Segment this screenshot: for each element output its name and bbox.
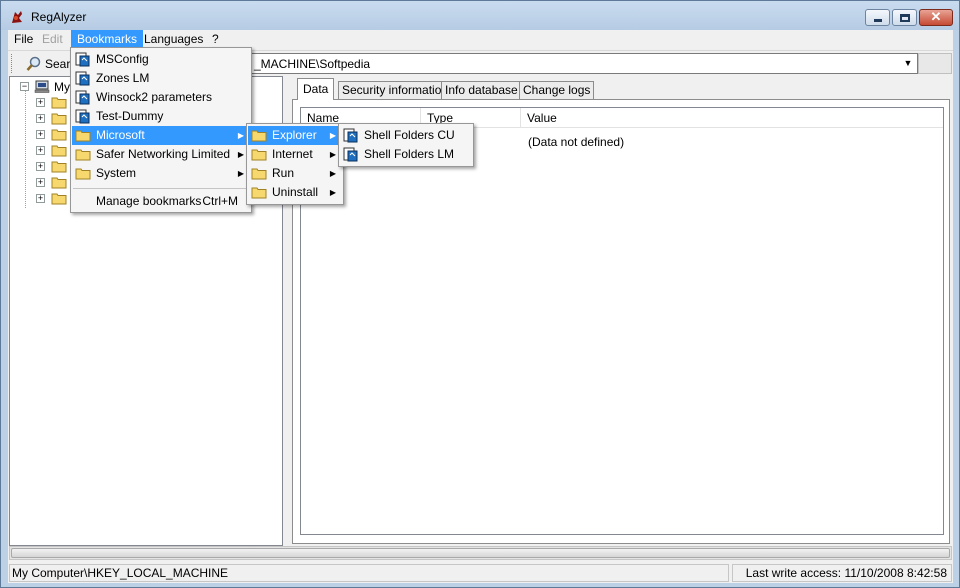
microsoft-submenu: Explorer ▶ Internet ▶ Run ▶ Uninstall ▶ <box>246 123 344 205</box>
maximize-button[interactable] <box>892 9 917 26</box>
regalyzer-app-icon <box>12 11 22 23</box>
registry-path-value: _MACHINE\Softpedia <box>254 57 371 71</box>
menu-item-explorer[interactable]: Explorer ▶ <box>248 126 342 145</box>
minimize-icon <box>874 19 882 22</box>
menu-file[interactable]: File <box>8 30 39 48</box>
folder-icon <box>51 161 67 173</box>
expand-icon[interactable]: + <box>36 114 45 123</box>
scrollbar-thumb[interactable] <box>11 548 950 558</box>
menu-item-microsoft[interactable]: Microsoft ▶ <box>72 126 250 145</box>
menu-item-shell-folders-lm[interactable]: Shell Folders LM <box>340 145 472 164</box>
tab-info-database[interactable]: Info database <box>441 81 522 99</box>
registry-key-icon <box>75 90 90 105</box>
minimize-button[interactable] <box>865 9 890 26</box>
menu-edit[interactable]: Edit <box>36 30 69 48</box>
menu-item-uninstall[interactable]: Uninstall ▶ <box>248 183 342 202</box>
registry-key-icon <box>343 147 358 162</box>
horizontal-scrollbar[interactable] <box>9 546 952 560</box>
column-value[interactable]: Value <box>521 108 943 128</box>
list-cell-value: (Data not defined) <box>528 135 625 149</box>
toolbar-grip[interactable] <box>11 54 14 73</box>
submenu-arrow-icon: ▶ <box>237 150 244 159</box>
folder-icon <box>251 187 267 199</box>
submenu-arrow-icon: ▶ <box>329 150 336 159</box>
menu-languages[interactable]: Languages <box>138 30 209 48</box>
submenu-arrow-icon: ▶ <box>329 188 336 197</box>
registry-key-icon <box>75 52 90 67</box>
submenu-arrow-icon: ▶ <box>237 169 244 178</box>
search-button[interactable]: Searc <box>18 54 78 74</box>
menu-item-manage-bookmarks[interactable]: Manage bookmarks Ctrl+M <box>72 192 250 211</box>
folder-icon <box>251 168 267 180</box>
registry-path-combobox[interactable]: _MACHINE\Softpedia ▼ <box>248 53 918 74</box>
submenu-arrow-icon: ▶ <box>329 131 336 140</box>
expand-icon[interactable]: + <box>36 162 45 171</box>
folder-icon <box>75 130 91 142</box>
status-current-key: My Computer\HKEY_LOCAL_MACHINE <box>9 564 729 582</box>
folder-icon <box>51 113 67 125</box>
submenu-arrow-icon: ▶ <box>237 131 244 140</box>
collapse-icon[interactable]: − <box>20 82 29 91</box>
menu-item-system[interactable]: System ▶ <box>72 164 250 183</box>
status-last-write: Last write access: 11/10/2008 8:42:58 <box>732 564 952 582</box>
computer-icon <box>34 80 50 93</box>
registry-key-icon <box>75 109 90 124</box>
menu-item-internet[interactable]: Internet ▶ <box>248 145 342 164</box>
search-icon <box>26 56 41 71</box>
menu-item-safer-networking-limited[interactable]: Safer Networking Limited ▶ <box>72 145 250 164</box>
menu-bar: File Edit Bookmarks Languages ? <box>8 30 953 48</box>
folder-icon <box>251 130 267 142</box>
values-list[interactable]: Name Type Value (Data not defined) <box>300 107 944 535</box>
close-icon: ✕ <box>930 9 942 24</box>
expand-icon[interactable]: + <box>36 146 45 155</box>
folder-icon <box>51 177 67 189</box>
tree-root-label: My <box>54 80 70 94</box>
folder-icon <box>251 149 267 161</box>
menu-item-run[interactable]: Run ▶ <box>248 164 342 183</box>
menu-item-test-dummy[interactable]: Test-Dummy <box>72 107 250 126</box>
menu-separator <box>73 188 249 189</box>
folder-icon <box>75 168 91 180</box>
maximize-icon <box>900 14 910 22</box>
folder-icon <box>75 149 91 161</box>
menu-item-shell-folders-cu[interactable]: Shell Folders CU <box>340 126 472 145</box>
expand-icon[interactable]: + <box>36 130 45 139</box>
tab-change-logs[interactable]: Change logs <box>519 81 595 99</box>
menu-help[interactable]: ? <box>206 30 225 48</box>
submenu-arrow-icon: ▶ <box>329 169 336 178</box>
menu-bookmarks[interactable]: Bookmarks <box>71 30 144 48</box>
menu-item-winsock2-parameters[interactable]: Winsock2 parameters <box>72 88 250 107</box>
status-bar: My Computer\HKEY_LOCAL_MACHINE Last writ… <box>8 562 953 583</box>
chevron-down-icon[interactable]: ▼ <box>902 57 914 70</box>
expand-icon[interactable]: + <box>36 194 45 203</box>
expand-icon[interactable]: + <box>36 98 45 107</box>
bookmarks-menu: MSConfig Zones LM Winsock2 parameters Te… <box>70 47 252 213</box>
shortcut-label: Ctrl+M <box>202 194 238 208</box>
menu-item-zones-lm[interactable]: Zones LM <box>72 69 250 88</box>
toolbar-go-button[interactable] <box>918 53 952 74</box>
title-bar[interactable]: RegAlyzer ✕ <box>1 1 959 30</box>
explorer-submenu: Shell Folders CU Shell Folders LM <box>338 123 474 167</box>
tab-data[interactable]: Data <box>297 78 335 100</box>
folder-icon <box>51 129 67 141</box>
close-button[interactable]: ✕ <box>919 9 953 26</box>
folder-icon <box>51 145 67 157</box>
folder-icon <box>51 193 67 205</box>
menu-item-msconfig[interactable]: MSConfig <box>72 50 250 69</box>
registry-key-icon <box>343 128 358 143</box>
registry-key-icon <box>75 71 90 86</box>
folder-icon <box>51 97 67 109</box>
expand-icon[interactable]: + <box>36 178 45 187</box>
window-title: RegAlyzer <box>31 10 87 24</box>
tab-security-information[interactable]: Security information <box>338 81 453 99</box>
